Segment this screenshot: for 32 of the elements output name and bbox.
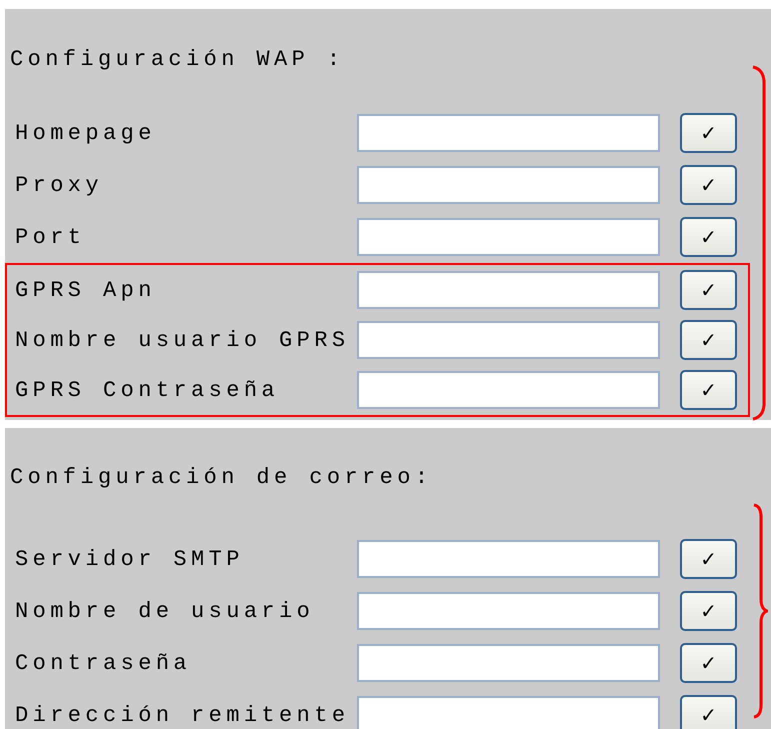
confirm-button[interactable]: ✓ — [680, 320, 737, 360]
input-field[interactable] — [357, 114, 660, 152]
field-label: Servidor SMTP — [14, 546, 245, 572]
input-field[interactable] — [357, 218, 660, 256]
confirm-button[interactable]: ✓ — [680, 591, 737, 631]
confirm-button[interactable]: ✓ — [680, 113, 737, 153]
field-label: Homepage — [14, 120, 157, 146]
confirm-button[interactable]: ✓ — [680, 370, 737, 410]
confirm-button[interactable]: ✓ — [680, 270, 737, 310]
confirm-button[interactable]: ✓ — [680, 217, 737, 257]
field-label: Contraseña — [14, 650, 192, 676]
input-field[interactable] — [357, 592, 660, 630]
input-field[interactable] — [357, 271, 660, 309]
confirm-button[interactable]: ✓ — [680, 643, 737, 683]
input-field[interactable] — [357, 696, 660, 729]
field-label: Nombre usuario GPRS — [14, 328, 350, 352]
input-field[interactable] — [357, 166, 660, 204]
field-label: GPRS Apn — [14, 278, 157, 302]
confirm-button[interactable]: ✓ — [680, 539, 737, 579]
field-label: GPRS Contraseña — [14, 378, 280, 402]
input-field[interactable] — [357, 371, 660, 409]
confirm-button[interactable]: ✓ — [680, 165, 737, 205]
input-field[interactable] — [357, 644, 660, 682]
field-label: Dirección remitente — [14, 702, 350, 728]
input-field[interactable] — [357, 321, 660, 359]
section-title: Configuración de correo: — [10, 464, 434, 491]
field-label: Proxy — [14, 172, 104, 198]
field-label: Port — [14, 224, 86, 250]
confirm-button[interactable]: ✓ — [680, 695, 737, 729]
field-label: Nombre de usuario — [14, 598, 316, 624]
input-field[interactable] — [357, 540, 660, 578]
section-title: Configuración WAP : — [10, 46, 346, 73]
